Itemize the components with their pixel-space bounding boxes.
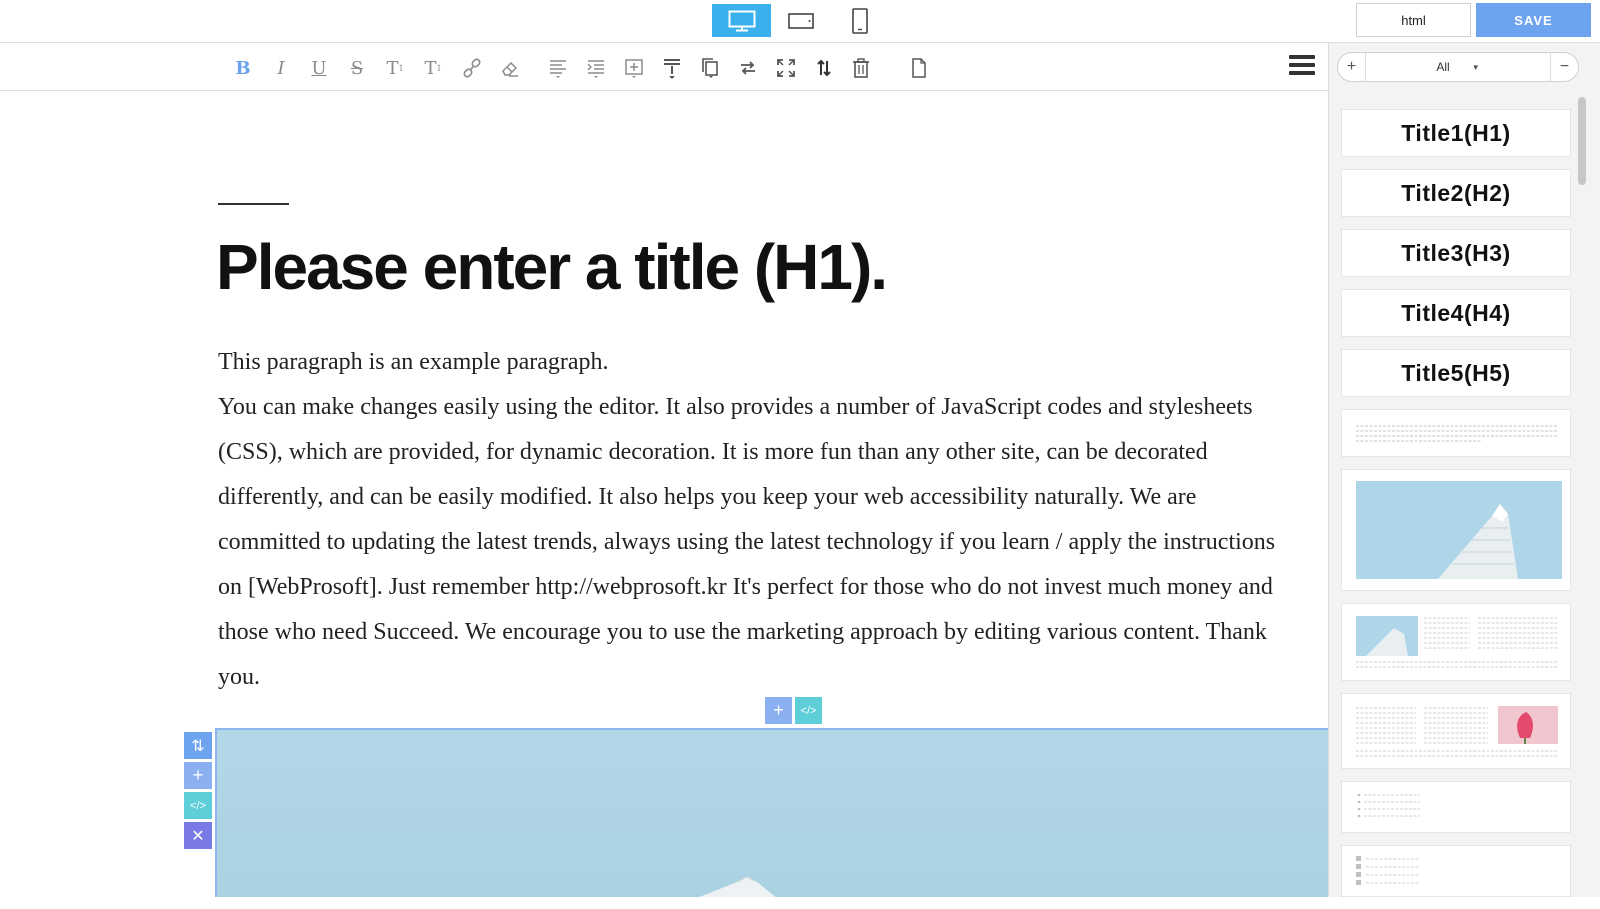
bullet-list-thumbnail <box>1357 793 1420 818</box>
paragraph-line: You can make changes easily using the ed… <box>218 394 1253 420</box>
category-select-value: All <box>1436 60 1450 74</box>
insert-block-button[interactable] <box>623 57 645 79</box>
paragraph-line: committed to updating the latest trends,… <box>218 529 1276 555</box>
link-button[interactable] <box>461 57 483 79</box>
edit-code-button[interactable]: </> <box>795 697 822 724</box>
swap-button[interactable] <box>737 57 759 79</box>
template-title-h2[interactable]: Title2(H2) <box>1341 169 1571 217</box>
hamburger-menu-icon[interactable] <box>1289 55 1315 77</box>
template-checkbox-list[interactable] <box>1341 845 1571 897</box>
insert-below-icon <box>664 59 680 79</box>
paragraph-line: those who need Succeed. We encourage you… <box>218 619 1267 645</box>
template-sidebar: + All ▼ − Title1(H1) Title2(H2) Title3(H… <box>1328 43 1600 897</box>
scrollbar-thumb[interactable] <box>1578 97 1586 185</box>
eraser-icon <box>502 61 518 77</box>
image-block[interactable] <box>215 728 1328 897</box>
insert-below-button[interactable] <box>661 57 683 79</box>
delete-button[interactable] <box>850 57 872 79</box>
desktop-icon <box>728 10 755 31</box>
template-paragraph[interactable] <box>1341 409 1571 457</box>
copy-icon <box>702 58 718 78</box>
bold-button[interactable]: B <box>232 57 254 79</box>
add-block-side-button[interactable]: + <box>184 762 212 789</box>
sidebar-scrollbar[interactable] <box>1574 49 1588 896</box>
add-block-button[interactable]: + <box>765 697 792 724</box>
subscript-icon: T <box>424 57 437 79</box>
tablet-landscape-icon <box>787 12 814 29</box>
swap-icon <box>741 61 755 75</box>
expand-icon <box>777 59 795 77</box>
indent-button[interactable] <box>585 57 607 79</box>
building-image <box>699 876 776 897</box>
move-icon <box>817 59 831 77</box>
expand-button[interactable] <box>775 57 797 79</box>
paragraph-line: you. <box>218 664 260 690</box>
tablet-view-button[interactable] <box>771 4 830 37</box>
indent-icon <box>587 60 604 78</box>
bold-icon: B <box>235 57 251 79</box>
editor-canvas[interactable]: Please enter a title (H1). This paragrap… <box>0 92 1328 897</box>
template-filter: + All ▼ − <box>1337 52 1579 82</box>
desktop-view-button[interactable] <box>712 4 771 37</box>
italic-icon: I <box>277 57 285 79</box>
insert-block-icon <box>625 59 643 78</box>
strikethrough-icon: S <box>350 57 364 79</box>
code-block-button[interactable]: </> <box>184 792 212 819</box>
template-title-h5[interactable]: Title5(H5) <box>1341 349 1571 397</box>
underline-button[interactable]: U <box>308 57 330 79</box>
page-button[interactable] <box>908 57 930 79</box>
move-button[interactable] <box>813 57 835 79</box>
heading-rule <box>218 203 289 205</box>
top-bar: html SAVE <box>0 0 1600 43</box>
template-title-h4[interactable]: Title4(H4) <box>1341 289 1571 337</box>
paragraph-line: (CSS), which are provided, for dynamic d… <box>218 439 1208 465</box>
clear-format-button[interactable] <box>499 57 521 79</box>
trash-icon <box>853 58 869 78</box>
link-icon <box>463 58 481 78</box>
filter-add-button[interactable]: + <box>1338 53 1366 81</box>
align-button[interactable] <box>547 57 569 79</box>
italic-button[interactable]: I <box>270 57 292 79</box>
template-title-h3[interactable]: Title3(H3) <box>1341 229 1571 277</box>
subscript-button[interactable]: T1 <box>422 57 444 79</box>
move-block-button[interactable]: ⇅ <box>184 732 212 759</box>
page-heading[interactable]: Please enter a title (H1). <box>216 230 888 304</box>
flower-image-thumbnail <box>1356 706 1558 757</box>
template-bullet-list[interactable] <box>1341 781 1571 833</box>
superscript-button[interactable]: T1 <box>384 57 406 79</box>
template-list: Title1(H1) Title2(H2) Title3(H3) Title4(… <box>1341 109 1571 909</box>
align-icon <box>550 60 566 78</box>
device-switcher <box>712 4 889 37</box>
remove-block-button[interactable]: ✕ <box>184 822 212 849</box>
caret-down-icon: ▼ <box>1471 62 1480 72</box>
underline-icon: U <box>311 57 327 79</box>
paragraph-line: differently, and can be easily modified.… <box>218 484 1197 510</box>
template-image-left-text[interactable] <box>1341 603 1571 681</box>
format-toolbar: B I U S T1 T1 <box>0 43 1328 91</box>
paragraph-line: This paragraph is an example paragraph. <box>218 349 609 375</box>
building-image-thumbnail <box>1356 481 1562 579</box>
superscript-icon: T <box>386 57 399 79</box>
html-button[interactable]: html <box>1356 3 1471 37</box>
text-lines-thumbnail <box>1356 425 1558 442</box>
image-text-thumbnail <box>1356 616 1558 668</box>
save-button[interactable]: SAVE <box>1476 3 1591 37</box>
template-text-image-right[interactable] <box>1341 693 1571 769</box>
mobile-view-button[interactable] <box>830 4 889 37</box>
example-paragraph[interactable]: This paragraph is an example paragraph. … <box>218 340 1328 700</box>
strikethrough-button[interactable]: S <box>346 57 368 79</box>
paragraph-line: on [WebProsoft]. Just remember http://we… <box>218 574 1273 600</box>
checkbox-list-thumbnail <box>1356 856 1420 885</box>
category-select[interactable]: All ▼ <box>1366 60 1550 74</box>
template-image-full[interactable] <box>1341 469 1571 591</box>
page-icon <box>912 58 926 78</box>
copy-button[interactable] <box>699 57 721 79</box>
mobile-icon <box>851 7 868 34</box>
template-title-h1[interactable]: Title1(H1) <box>1341 109 1571 157</box>
